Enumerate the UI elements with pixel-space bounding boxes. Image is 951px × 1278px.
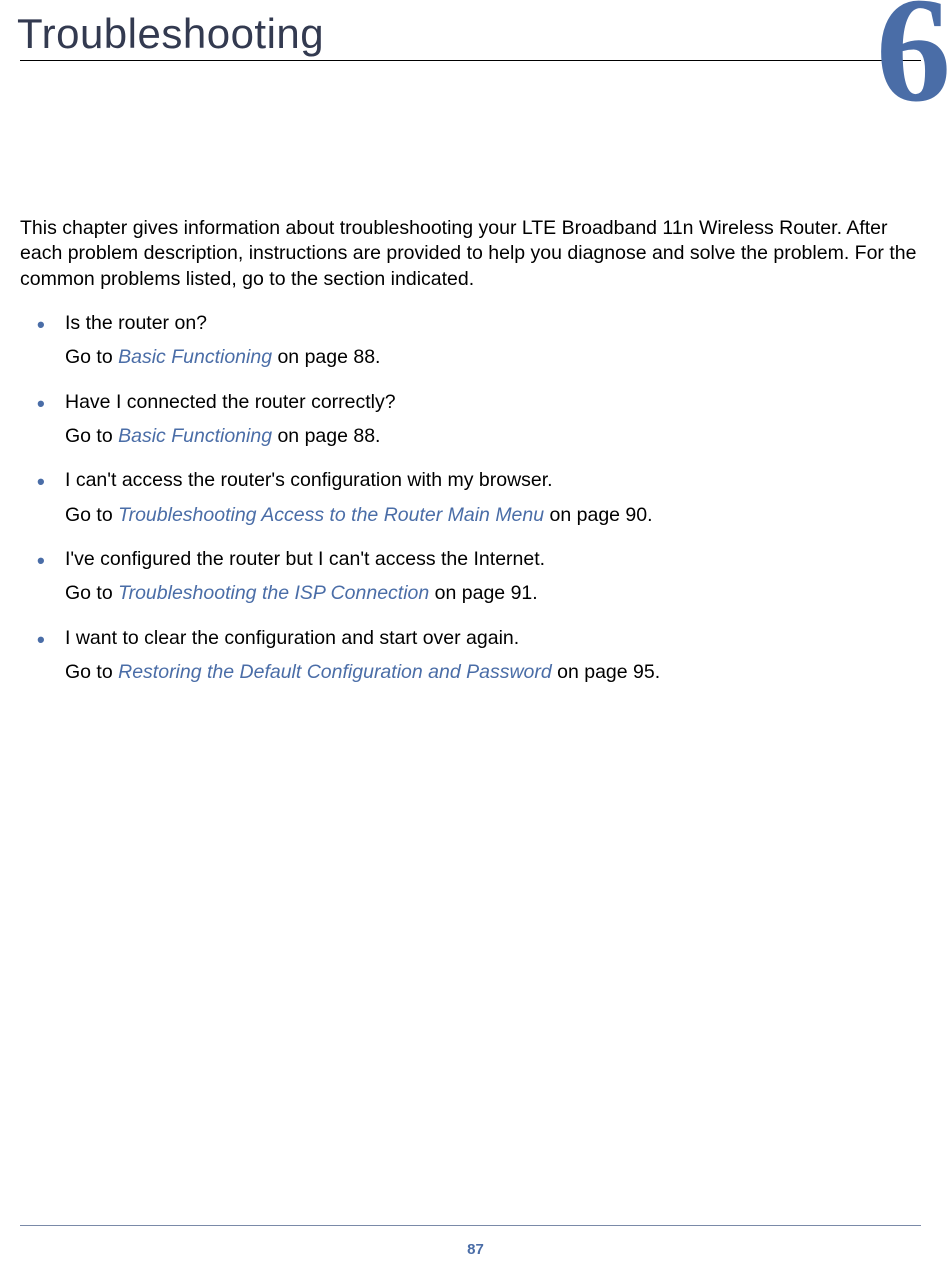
chapter-number: 6 — [876, 0, 951, 125]
link[interactable]: Restoring the Default Configuration and … — [118, 661, 552, 683]
question-text: I can't access the router's configuratio… — [65, 467, 921, 493]
goto-suffix: on page 90. — [544, 504, 652, 526]
title-divider — [20, 60, 921, 61]
goto-prefix: Go to — [65, 346, 118, 368]
goto-prefix: Go to — [65, 582, 118, 604]
question-text: I've configured the router but I can't a… — [65, 546, 921, 572]
goto-prefix: Go to — [65, 425, 118, 447]
goto-text: Go to Basic Functioning on page 88. — [65, 423, 921, 449]
goto-prefix: Go to — [65, 504, 118, 526]
list-item: I want to clear the configuration and st… — [65, 625, 921, 686]
troubleshooting-list: Is the router on? Go to Basic Functionin… — [20, 310, 921, 685]
goto-suffix: on page 88. — [272, 425, 380, 447]
goto-text: Go to Basic Functioning on page 88. — [65, 344, 921, 370]
link[interactable]: Troubleshooting the ISP Connection — [118, 582, 429, 604]
list-item: I can't access the router's configuratio… — [65, 467, 921, 528]
list-item: I've configured the router but I can't a… — [65, 546, 921, 607]
goto-text: Go to Restoring the Default Configuratio… — [65, 659, 921, 685]
link[interactable]: Basic Functioning — [118, 425, 272, 447]
link[interactable]: Troubleshooting Access to the Router Mai… — [118, 504, 544, 526]
list-item: Have I connected the router correctly? G… — [65, 389, 921, 450]
footer-divider — [20, 1225, 921, 1226]
link[interactable]: Basic Functioning — [118, 346, 272, 368]
list-item: Is the router on? Go to Basic Functionin… — [65, 310, 921, 371]
question-text: Have I connected the router correctly? — [65, 389, 921, 415]
intro-paragraph: This chapter gives information about tro… — [20, 216, 921, 292]
question-text: Is the router on? — [65, 310, 921, 336]
goto-prefix: Go to — [65, 661, 118, 683]
goto-suffix: on page 95. — [552, 661, 660, 683]
goto-text: Go to Troubleshooting the ISP Connection… — [65, 580, 921, 606]
goto-suffix: on page 88. — [272, 346, 380, 368]
goto-text: Go to Troubleshooting Access to the Rout… — [65, 502, 921, 528]
question-text: I want to clear the configuration and st… — [65, 625, 921, 651]
page-title: Troubleshooting — [17, 10, 921, 58]
goto-suffix: on page 91. — [429, 582, 537, 604]
page-number: 87 — [0, 1241, 951, 1258]
